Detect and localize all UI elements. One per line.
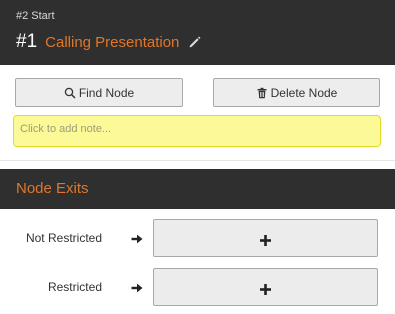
- note-field[interactable]: Click to add note...: [13, 115, 381, 147]
- node-number: #1: [16, 31, 38, 52]
- add-exit-button[interactable]: [153, 268, 378, 306]
- node-exits-header: Node Exits: [0, 169, 395, 209]
- delete-node-label: Delete Node: [270, 85, 338, 100]
- plus-icon: [260, 233, 271, 246]
- title-row: #1 Calling Presentation: [16, 30, 202, 54]
- find-node-label: Find Node: [78, 85, 135, 100]
- find-node-button[interactable]: Find Node: [15, 78, 183, 107]
- add-exit-button[interactable]: [153, 219, 378, 257]
- arrow-right-icon: [131, 232, 143, 244]
- plus-icon: [260, 282, 271, 295]
- search-icon: [64, 87, 76, 99]
- note-placeholder: Click to add note...: [20, 123, 112, 135]
- arrow-right-icon: [131, 281, 143, 293]
- trash-icon: [256, 87, 268, 99]
- exit-row: Restricted: [0, 268, 395, 306]
- divider: [0, 160, 395, 161]
- node-name[interactable]: Calling Presentation: [45, 34, 179, 51]
- pencil-icon[interactable]: [188, 35, 202, 49]
- exit-label-restricted: Restricted: [47, 280, 102, 294]
- exit-row: Not Restricted: [0, 219, 395, 257]
- breadcrumb[interactable]: #2 Start: [16, 10, 55, 22]
- node-exits-title: Node Exits: [16, 180, 89, 197]
- exit-label-not-restricted: Not Restricted: [25, 231, 102, 245]
- delete-node-button[interactable]: Delete Node: [213, 78, 380, 107]
- node-header: #2 Start #1 Calling Presentation: [0, 0, 395, 65]
